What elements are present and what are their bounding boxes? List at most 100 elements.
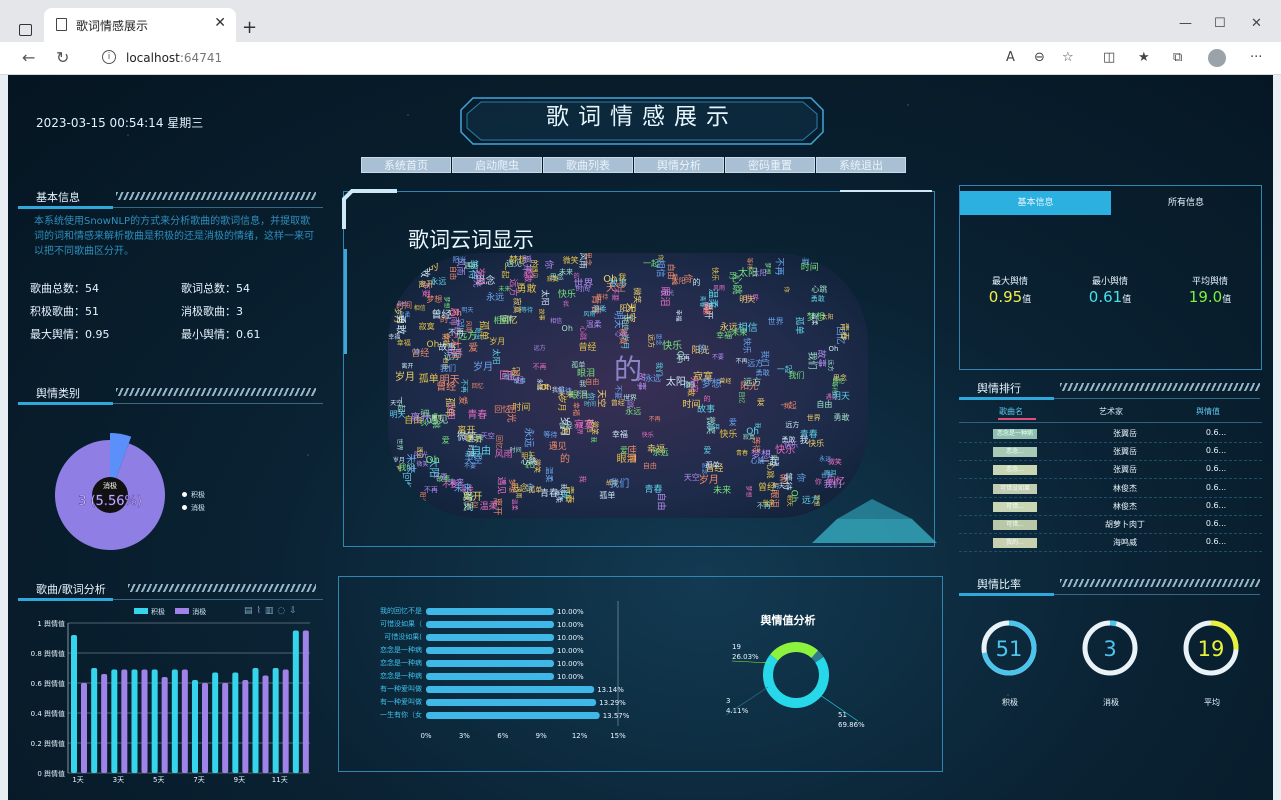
table-row[interactable]: 可惜没如果 林俊杰 0.6... [959,480,1262,498]
profile-avatar[interactable] [1208,49,1226,67]
zoom-icon[interactable]: ⊖ [1034,50,1045,65]
donut-pct-label: 4.11% [726,707,749,715]
hbar-label: 可惜没如果（ [380,619,422,628]
cloud-word: 寂寞 [418,322,435,332]
cloud-word: 我 [563,301,570,309]
sentiment-category-title: 舆情类别 [36,387,80,400]
table-row[interactable]: 我的... 海鸣威 0.6... [959,534,1262,553]
cloud-word: 寂寞 [512,297,522,314]
bar-积极-12天 [292,630,299,773]
bar-积极-11天 [272,668,279,773]
cloud-word: 远方 [801,496,820,507]
nav-password-reset[interactable]: 密码重置 [725,157,815,173]
hbar-3 [426,647,554,654]
hbar-8 [426,712,600,719]
metric-min-value: 0.61值 [1088,288,1132,306]
col-song[interactable]: 歌曲名 [966,406,1056,417]
system-description: 本系统使用SnowNLP的方式来分析歌曲的歌词信息，并提取歌词的词和情感来解析歌… [34,216,314,257]
section-thin-line [113,599,323,600]
col-value[interactable]: 舆情值 [1163,406,1253,417]
site-info-icon[interactable]: i [102,50,116,64]
ranking-title: 舆情排行 [977,382,1021,395]
datetime: 2023-03-15 00:54:14 星期三 [36,116,204,130]
donut-title: 舆情值分析 [761,613,816,627]
cloud-word: 孤单 [528,485,543,494]
legend-positive-swatch [134,608,148,614]
metric-max-value: 0.95值 [988,288,1032,306]
hbar-x-tick: 12% [572,732,588,740]
url-field[interactable]: i localhost:64741 [92,46,992,71]
hbar-label: 恋念是一种病 [380,671,422,680]
section-hatch [128,584,316,592]
song-cell: 恋念是一种病 [993,429,1037,439]
table-row[interactable]: 恋念... 张翼岳 0.6... [959,461,1262,480]
col-artist[interactable]: 艺术家 [1066,406,1156,417]
split-screen-icon[interactable]: ◫ [1103,50,1115,65]
table-row[interactable]: 可惜... 林俊杰 0.6... [959,498,1262,516]
cloud-word: 青春 [467,409,488,421]
nav-start-crawler[interactable]: 启动爬虫 [452,157,542,173]
bar-消极-8天 [222,683,229,773]
ring-value: 3 [1103,637,1116,661]
bar-消极-9天 [242,680,249,773]
hbar-5 [426,673,554,680]
nav-logout[interactable]: 系统退出 [816,157,906,173]
legend-negative[interactable]: 消极 [182,503,205,513]
tab-close-icon[interactable]: ✕ [214,15,226,31]
cloud-word: 远方 [826,359,834,372]
y-tick-label: 0.2 舆情值 [31,739,65,748]
artist-cell: 张翼岳 [1113,465,1137,475]
table-row[interactable]: 可惜... 胡萝卜肉丁 0.6... [959,516,1262,534]
cloud-word: 心跳 [614,330,627,338]
new-tab-icon[interactable]: + [242,17,257,38]
cloud-word: 快乐 [719,429,738,440]
cloud-word: 幸福 [611,430,628,440]
legend-positive[interactable]: 积极 [182,490,205,500]
hbar-x-tick: 3% [459,732,470,740]
browser-chrome: 歌词情感展示 ✕ + — ☐ ✕ ← ↻ i localhost:64741 A… [0,0,1281,75]
donut-pct-label: 69.86% [838,721,865,729]
nav-song-list[interactable]: 歌曲列表 [543,157,633,173]
table-row[interactable]: 恋念... 张翼岳 0.6... [959,443,1262,462]
more-icon[interactable]: ··· [1250,50,1262,65]
cloud-word: 远方 [647,334,656,349]
word-cloud: 的我你爱梦想 岁月 天空 太阳 不再 回忆 Oh 世界 自由 温柔 时间 快乐 远方 永远 我们 一起 孤单 微笑… [388,253,868,518]
tab-basic-info[interactable]: 基本信息 [960,191,1111,215]
cloud-word: 勇敢 [394,314,406,335]
collections-icon[interactable]: ⧉ [1173,50,1182,65]
nav-home[interactable]: 系统首页 [361,157,451,173]
minimize-icon[interactable]: — [1179,16,1192,31]
hbar-label: 恋念是一种病 [380,645,422,654]
section-thin-line [1054,594,1260,595]
cloud-word: 天空 [683,473,700,483]
hbar-value: 13.57% [603,712,630,720]
back-icon[interactable]: ← [22,48,35,67]
browser-tab[interactable]: 歌词情感展示 ✕ [44,8,236,42]
cloud-word: 岁月 [489,337,506,347]
cloud-word: 幸福 [674,309,682,322]
favorite-icon[interactable]: ☆ [1062,50,1074,65]
nav-sentiment-analysis[interactable]: 舆情分析 [634,157,724,173]
refresh-icon[interactable]: ↻ [56,48,69,67]
table-row[interactable]: 恋念是一种病 张翼岳 0.6... [959,425,1262,443]
hbar-value: 10.00% [557,673,584,681]
cloud-word: 太阳 [821,314,834,322]
cloud-word: 永远 [645,374,662,384]
cloud-word: 不再 [773,257,784,276]
cloud-word: 寂寞 [546,275,559,283]
address-bar: ← ↻ i localhost:64741 A ⊖ ☆ ◫ ★ ⧉ ··· [0,42,1281,75]
tab-all-info[interactable]: 所有信息 [1111,191,1261,215]
maximize-icon[interactable]: ☐ [1214,16,1226,31]
bar-积极-4天 [131,669,138,773]
pie-legend: 积极 消极 [182,490,205,513]
read-aloud-icon[interactable]: A [1006,50,1015,65]
hbar-2 [426,634,554,641]
window-close-icon[interactable]: ✕ [1251,16,1262,31]
cloud-word: 温柔 [544,466,554,483]
hbar-value: 10.00% [557,608,584,616]
cloud-word: 孤单 [599,490,616,500]
favorites-icon[interactable]: ★ [1138,50,1150,65]
cloud-word: 自由 [448,265,457,280]
tab-actions-icon[interactable] [19,24,32,36]
cloud-word: 思念 [388,489,409,501]
